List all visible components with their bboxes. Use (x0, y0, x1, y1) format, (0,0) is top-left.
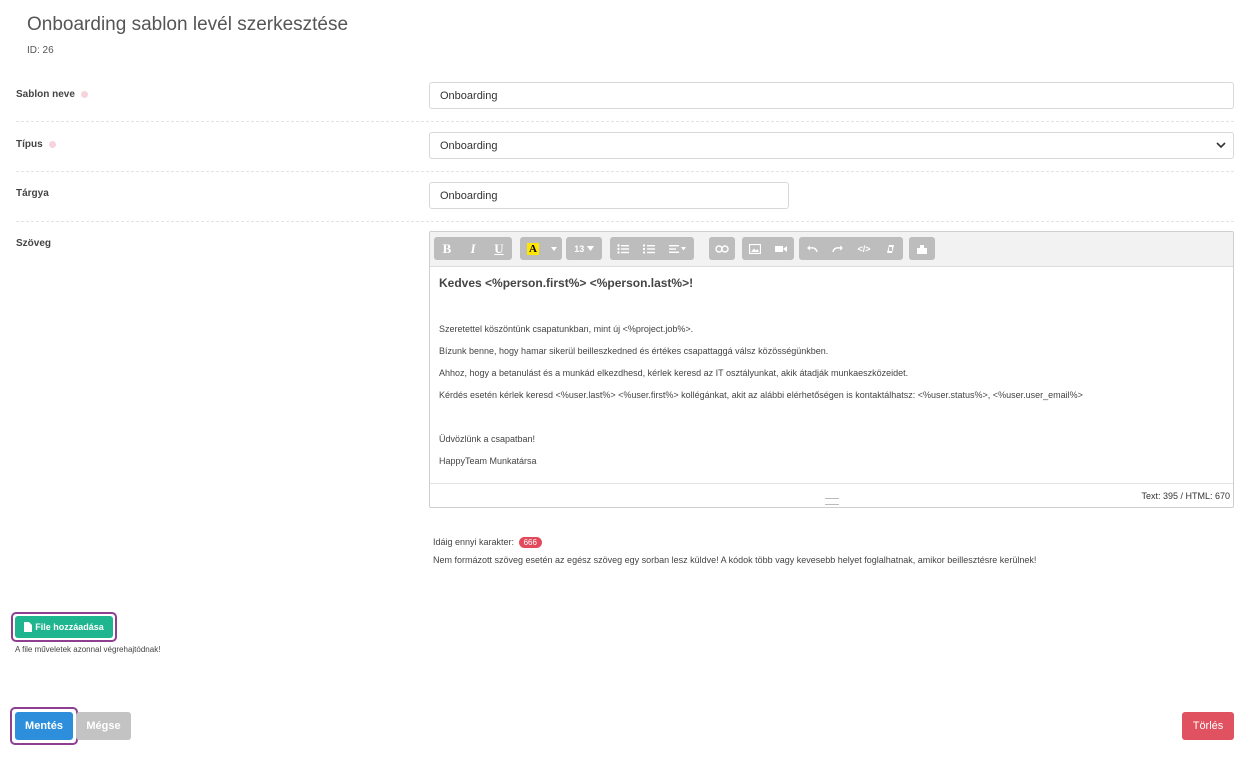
ordered-list-icon[interactable] (636, 237, 662, 260)
body-label: Szöveg (16, 238, 52, 249)
char-count-line: Idáig ennyi karakter: 666 (433, 537, 542, 548)
page-title: Onboarding sablon levél szerkesztése (27, 14, 349, 35)
required-dot (80, 90, 88, 98)
history-group: </> (799, 237, 903, 260)
record-id: ID: 26 (27, 45, 54, 56)
char-count-label: Idáig ennyi karakter: (433, 537, 515, 547)
undo-icon[interactable] (799, 237, 825, 260)
font-size-value: 13 (566, 237, 602, 260)
clear-format-icon[interactable] (877, 237, 903, 260)
plugin-icon[interactable] (909, 237, 935, 260)
template-name-label: Sablon neve (16, 89, 88, 100)
add-file-button[interactable]: File hozzáadása (15, 616, 113, 638)
bold-icon[interactable]: B (434, 237, 460, 260)
type-label: Típus (16, 139, 56, 150)
code-view-icon[interactable]: </> (851, 237, 877, 260)
character-counter: Text: 395 / HTML: 670 (1141, 491, 1230, 501)
row-divider (16, 221, 1234, 222)
link-group (709, 237, 735, 260)
cancel-button[interactable]: Mégse (76, 712, 131, 740)
signature-line: HappyTeam Munkatársa (439, 456, 537, 466)
body-line: Ahhoz, hogy a betanulást és a munkád elk… (439, 368, 909, 378)
color-dropdown-icon[interactable] (546, 237, 562, 260)
font-size-text: 13 (574, 243, 585, 254)
body-line: Kérdés esetén kérlek keresd <%user.last%… (439, 390, 1083, 400)
char-count-badge: 666 (518, 537, 542, 548)
format-notice: Nem formázott szöveg esetén az egész szö… (433, 555, 1037, 565)
save-button[interactable]: Mentés (15, 712, 73, 740)
resize-handle[interactable] (825, 498, 839, 505)
required-dot (48, 140, 56, 148)
greeting-line: Kedves <%person.first%> <%person.last%>! (439, 276, 694, 290)
subject-input[interactable]: Onboarding (429, 182, 789, 209)
editor-content[interactable]: Kedves <%person.first%> <%person.last%>!… (430, 267, 1233, 482)
file-note: A file műveletek azonnal végrehajtódnak! (15, 645, 161, 654)
row-divider (16, 121, 1234, 122)
type-select-value: Onboarding (440, 139, 498, 152)
caret-down-icon (586, 246, 594, 251)
image-icon[interactable] (742, 237, 768, 260)
font-size-dropdown[interactable]: 13 (566, 237, 602, 260)
type-select[interactable]: Onboarding (429, 132, 1234, 159)
delete-button[interactable]: Törlés (1182, 712, 1234, 740)
closing-line: Üdvözlünk a csapatban! (439, 434, 536, 444)
text-color-icon[interactable]: A (520, 237, 546, 260)
file-icon (24, 622, 33, 632)
type-label-text: Típus (16, 139, 43, 150)
color-group: A (520, 237, 562, 260)
link-icon[interactable] (709, 237, 735, 260)
paragraph-group (610, 237, 694, 260)
add-file-label: File hozzáadása (35, 622, 104, 632)
underline-icon[interactable]: U (486, 237, 512, 260)
align-icon[interactable] (662, 237, 694, 260)
format-group: B I U (434, 237, 512, 260)
template-name-input[interactable]: Onboarding (429, 82, 1234, 109)
rich-text-editor: B I U A 13 </> Kedves <%person.first%> <… (429, 231, 1234, 508)
template-name-label-text: Sablon neve (16, 89, 75, 100)
unordered-list-icon[interactable] (610, 237, 636, 260)
body-line: Szeretettel köszöntünk csapatunkban, min… (439, 324, 694, 334)
plugin-group (909, 237, 935, 260)
chevron-down-icon (1216, 142, 1226, 149)
italic-icon[interactable]: I (460, 237, 486, 260)
media-group (742, 237, 794, 260)
subject-label: Tárgya (16, 188, 49, 199)
body-line: Bízunk benne, hogy hamar sikerül beilles… (439, 346, 829, 356)
editor-toolbar: B I U A 13 </> (430, 232, 1233, 267)
video-icon[interactable] (768, 237, 794, 260)
row-divider (16, 171, 1234, 172)
redo-icon[interactable] (825, 237, 851, 260)
